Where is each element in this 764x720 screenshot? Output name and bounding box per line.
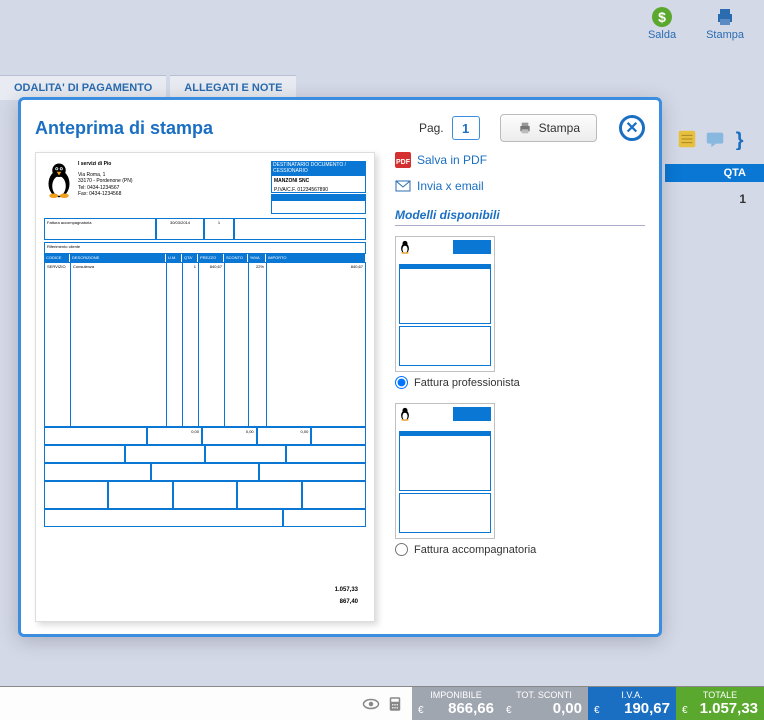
pdf-icon: PDF xyxy=(395,152,411,168)
salda-button[interactable]: $ Salda xyxy=(648,5,676,45)
doc-total2: 867,40 xyxy=(335,599,358,605)
th-codice: CODICE xyxy=(44,254,70,262)
doc-addr4: Fax: 0434-1234568 xyxy=(78,191,132,198)
penguin-icon xyxy=(399,240,411,254)
svg-text:$: $ xyxy=(658,9,666,25)
imponibile-val: 866,66 xyxy=(448,700,494,717)
comment-icon[interactable] xyxy=(704,128,726,150)
iva-label: I.V.A. xyxy=(594,690,670,700)
doc: I servizi di Pio Via Roma, 1 33170 - Por… xyxy=(44,161,366,613)
doc-f2: 0,00 xyxy=(202,427,257,445)
top-toolbar: $ Salda Stampa xyxy=(628,0,764,50)
model2-label: Fattura accompagnatoria xyxy=(414,544,536,556)
doc-tipo: Fattura accompagnatoria xyxy=(44,218,156,240)
penguin-logo xyxy=(44,161,74,199)
svg-text:PDF: PDF xyxy=(396,159,411,166)
model1-radio[interactable] xyxy=(395,376,408,389)
svg-text:}: } xyxy=(736,129,744,150)
model1-option[interactable]: Fattura professionista xyxy=(395,376,645,389)
grid-header-qta: QTA xyxy=(724,167,746,179)
imponibile-label: IMPONIBILE xyxy=(418,690,494,700)
th-um: U.M. xyxy=(166,254,182,262)
totale-val: 1.057,33 xyxy=(700,700,758,717)
td-imp: 840,67 xyxy=(267,263,365,426)
total-iva: I.V.A. €190,67 xyxy=(588,687,676,720)
doc-rif: Riferimento cliente xyxy=(44,242,366,254)
print-preview-modal: Anteprima di stampa Pag. Stampa ✕ xyxy=(18,97,662,637)
td-prezzo: 840,67 xyxy=(199,263,225,426)
th-importo: IMPORTO xyxy=(266,254,366,262)
model2-radio[interactable] xyxy=(395,543,408,556)
bg-icons: } xyxy=(676,128,754,150)
invia-email-label: Invia x email xyxy=(417,179,484,193)
doc-rec-piva: P.IVA/C.F. 01234567890 xyxy=(274,187,363,193)
th-sconto: SCONTO xyxy=(224,254,248,262)
salda-label: Salda xyxy=(648,29,676,41)
total-imponibile: IMPONIBILE €866,66 xyxy=(412,687,500,720)
sconti-label: TOT. SCONTI xyxy=(506,690,582,700)
calculator-icon[interactable] xyxy=(386,695,404,713)
model2-thumb[interactable] xyxy=(395,403,495,539)
modal-header: Anteprima di stampa Pag. Stampa ✕ xyxy=(35,114,645,142)
doc-num: 1 xyxy=(204,218,234,240)
modal-body: I servizi di Pio Via Roma, 1 33170 - Por… xyxy=(35,152,645,622)
dollar-icon: $ xyxy=(650,5,674,29)
email-icon xyxy=(395,178,411,194)
invia-email-link[interactable]: Invia x email xyxy=(395,178,645,194)
page-input[interactable] xyxy=(452,116,480,140)
model1-label: Fattura professionista xyxy=(414,377,520,389)
iva-val: 190,67 xyxy=(624,700,670,717)
total-sconti: TOT. SCONTI €0,00 xyxy=(500,687,588,720)
penguin-icon xyxy=(399,407,411,421)
document-preview[interactable]: I servizi di Pio Via Roma, 1 33170 - Por… xyxy=(35,152,375,622)
page-label: Pag. xyxy=(419,121,444,135)
modal-title: Anteprima di stampa xyxy=(35,118,213,139)
td-desc: Consulenza xyxy=(71,263,167,426)
side-panel: PDF Salva in PDF Invia x email Modelli d… xyxy=(395,152,645,622)
doc-addr2: 33170 - Pordenone (PN) xyxy=(78,178,132,185)
totale-label: TOTALE xyxy=(682,690,758,700)
stampa-button[interactable]: Stampa xyxy=(500,114,597,142)
doc-f1: 0,00 xyxy=(147,427,202,445)
salva-pdf-label: Salva in PDF xyxy=(417,153,487,167)
doc-data: 30/03/2014 xyxy=(156,218,204,240)
doc-f3: 0,00 xyxy=(257,427,312,445)
doc-rec-head: DESTINATARIO DOCUMENTO / CESSIONARIO xyxy=(271,161,366,175)
sconti-val: 0,00 xyxy=(553,700,582,717)
close-button[interactable]: ✕ xyxy=(619,115,645,141)
close-icon: ✕ xyxy=(625,118,638,138)
total-totale: TOTALE €1.057,33 xyxy=(676,687,764,720)
stampa-top-button[interactable]: Stampa xyxy=(706,5,744,45)
grid-row-qta: 1 xyxy=(739,192,746,206)
grid-header: QTA xyxy=(665,164,764,182)
th-prezzo: PREZZO xyxy=(198,254,224,262)
models-title: Modelli disponibili xyxy=(395,208,645,226)
td-code: SERVIZIO xyxy=(45,263,71,426)
notes-icon[interactable] xyxy=(676,128,698,150)
stampa-top-label: Stampa xyxy=(706,29,744,41)
td-iva: 22% xyxy=(249,263,267,426)
bracket-icon[interactable]: } xyxy=(732,128,754,150)
eye-icon[interactable] xyxy=(362,695,380,713)
totals-bar: IMPONIBILE €866,66 TOT. SCONTI €0,00 I.V… xyxy=(0,686,764,720)
th-desc: DESCRIZIONE xyxy=(70,254,166,262)
th-iva: %IVA xyxy=(248,254,266,262)
salva-pdf-link[interactable]: PDF Salva in PDF xyxy=(395,152,645,168)
model1-thumb[interactable] xyxy=(395,236,495,372)
printer-icon xyxy=(517,120,533,136)
modal-header-right: Pag. Stampa ✕ xyxy=(419,114,645,142)
printer-icon xyxy=(713,5,737,29)
td-qta: 1 xyxy=(183,263,199,426)
stampa-btn-label: Stampa xyxy=(539,121,580,135)
th-qta: QTA' xyxy=(182,254,198,262)
doc-total1: 1.057,33 xyxy=(335,587,358,593)
totals-icons xyxy=(354,687,412,720)
model2-option[interactable]: Fattura accompagnatoria xyxy=(395,543,645,556)
